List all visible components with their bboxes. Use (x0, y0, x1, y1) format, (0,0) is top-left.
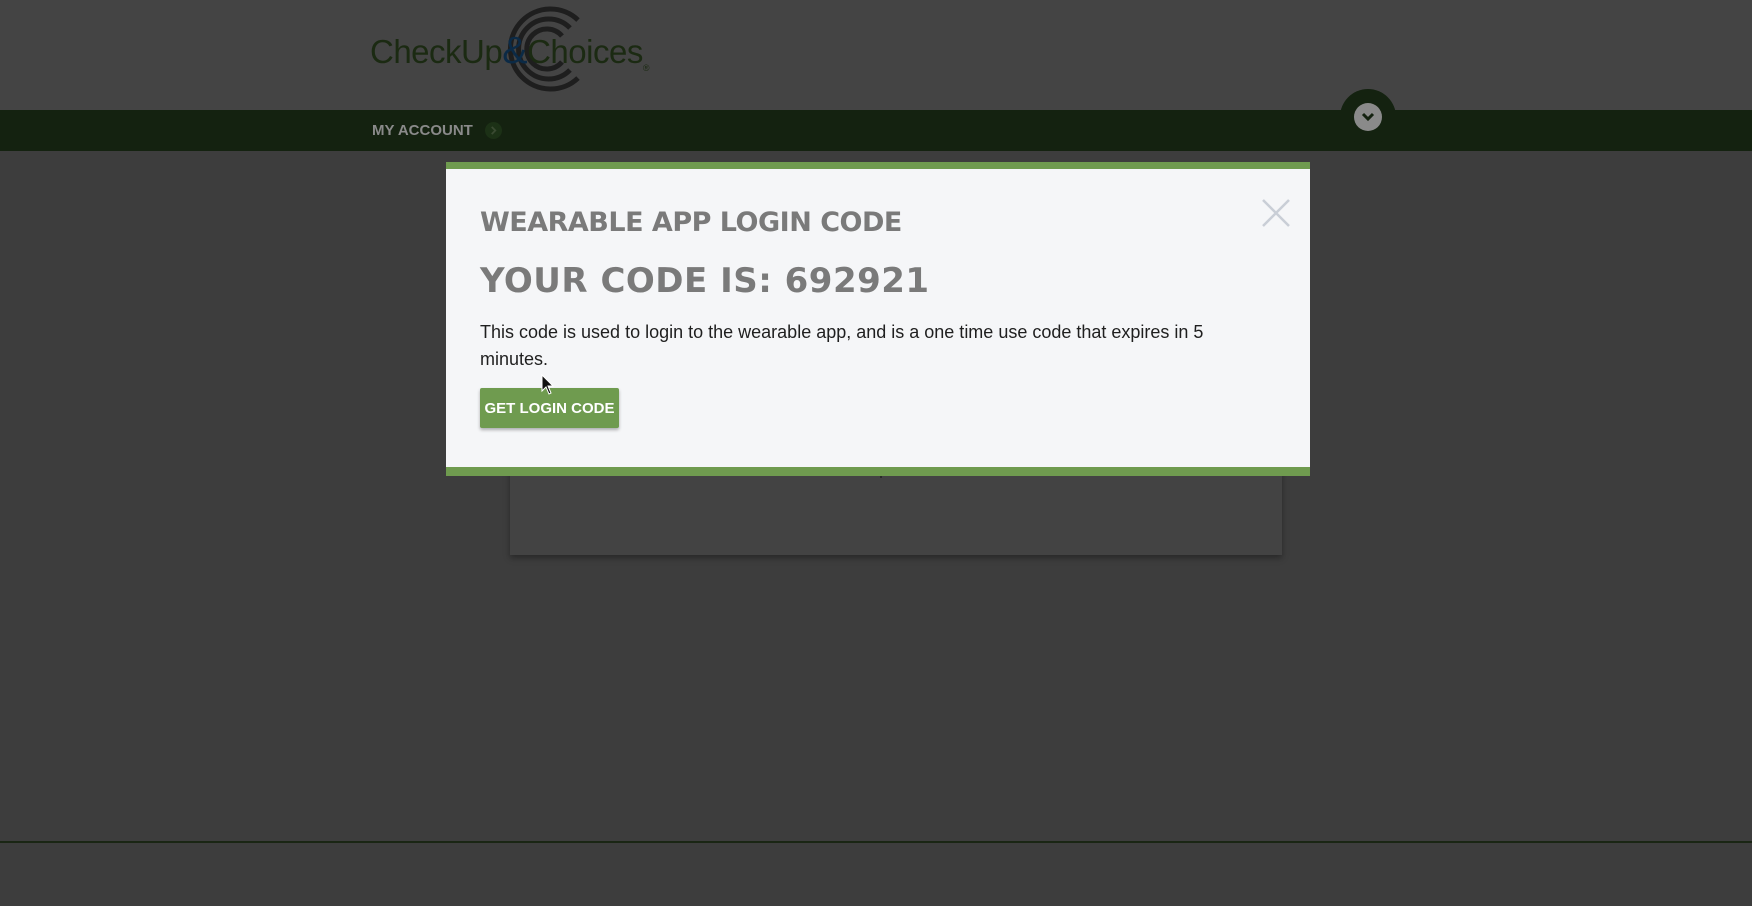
logo-text-left: CheckUp (370, 33, 503, 70)
page-footer (0, 841, 1752, 906)
login-code-modal: WEARABLE APP LOGIN CODE YOUR CODE IS: 69… (446, 162, 1310, 476)
nav-toggle-button[interactable] (1340, 89, 1396, 145)
login-code-display: YOUR CODE IS: 692921 (480, 261, 930, 301)
page-header: CheckUp&Choices® (0, 0, 1752, 110)
logo-text-right: Choices (527, 33, 643, 70)
background-card (510, 470, 1282, 555)
close-icon[interactable] (1260, 197, 1292, 229)
logo-ampersand: & (502, 30, 528, 72)
modal-title: WEARABLE APP LOGIN CODE (480, 207, 902, 238)
modal-description: This code is used to login to the wearab… (480, 322, 1204, 369)
chevron-right-icon (484, 122, 502, 139)
registered-mark: ® (642, 63, 650, 73)
nav-item-my-account[interactable]: MY ACCOUNT (372, 110, 502, 151)
checkup-choices-logo[interactable]: CheckUp&Choices® (370, 6, 690, 92)
main-navbar: MY ACCOUNT (0, 110, 1752, 151)
chevron-down-icon (1354, 103, 1382, 131)
mouse-cursor-icon (541, 374, 555, 395)
nav-item-label: MY ACCOUNT (372, 122, 473, 139)
logo-text: CheckUp&Choices® (370, 30, 649, 73)
